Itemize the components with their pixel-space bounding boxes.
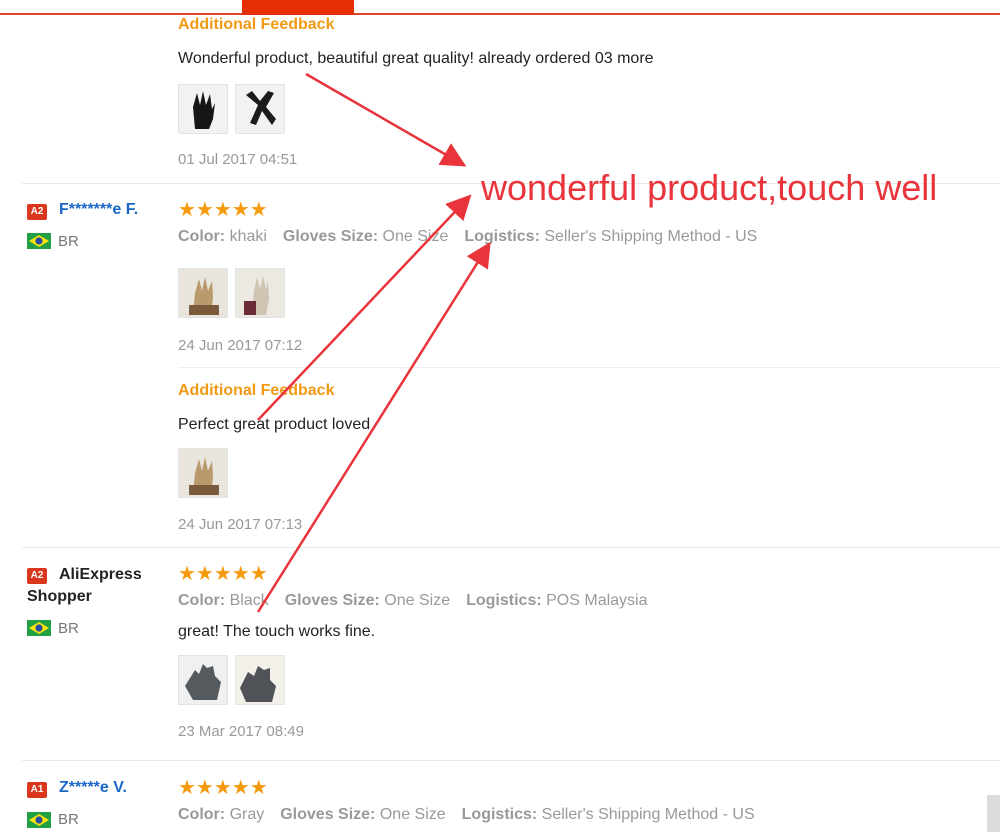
annotation-arrows	[256, 72, 491, 613]
star-rating: ★★★★★	[178, 777, 268, 799]
review-photo[interactable]	[235, 655, 285, 705]
additional-feedback-text: Perfect great product loved	[178, 416, 371, 433]
color-value: Black	[229, 592, 269, 609]
black-glove-photo	[236, 85, 284, 133]
size-label: Gloves Size:	[284, 592, 380, 609]
review-date: 23 Mar 2017 08:49	[178, 723, 304, 740]
review-photo[interactable]	[178, 448, 228, 498]
review-photo[interactable]	[235, 84, 285, 134]
buyer-level-badge: A2	[27, 568, 47, 584]
buyer-country: BR	[58, 620, 79, 637]
star-rating: ★★★★★	[178, 199, 268, 221]
review-attributes: Color: Black Gloves Size: One Size Logisti…	[178, 592, 648, 610]
size-label: Gloves Size:	[280, 806, 376, 823]
logistics-value: Seller's Shipping Method - US	[541, 806, 755, 823]
star-rating: ★★★★★	[178, 563, 268, 585]
logistics-label: Logistics:	[466, 592, 542, 609]
gray-glove-photo	[179, 656, 227, 704]
logistics-label: Logistics:	[461, 806, 538, 823]
size-value: One Size	[382, 228, 449, 245]
review-photo[interactable]	[178, 84, 228, 134]
logistics-value: Seller's Shipping Method - US	[544, 228, 758, 245]
additional-date: 24 Jun 2017 07:13	[178, 516, 303, 533]
scrollbar-thumb[interactable]	[987, 795, 1000, 832]
review-attributes: Color: Gray Gloves Size: One Size Logistic…	[178, 806, 755, 824]
black-glove-photo	[179, 85, 227, 133]
tab-bar-line	[0, 13, 1000, 15]
review-photo[interactable]	[178, 655, 228, 705]
buyer-country: BR	[58, 233, 79, 250]
brazil-flag-icon	[27, 812, 51, 828]
annotation-text: wonderful product,touch well	[481, 167, 938, 208]
khaki-glove-photo	[236, 269, 284, 317]
buyer-level-badge: A2	[27, 204, 47, 220]
buyer-country: BR	[58, 811, 79, 828]
buyer-level-badge: A1	[27, 782, 47, 798]
top-tab-bar	[0, 0, 1000, 16]
buyer-name[interactable]: Z*****e V.	[59, 779, 127, 797]
brazil-flag-icon	[27, 620, 51, 636]
arrow-1	[305, 72, 467, 167]
color-value: khaki	[229, 228, 267, 245]
active-tab[interactable]	[242, 0, 354, 15]
khaki-glove-photo	[179, 269, 227, 317]
feedback-divider	[178, 367, 1000, 368]
additional-feedback-label: Additional Feedback	[178, 16, 335, 33]
review-divider	[22, 547, 1000, 548]
color-label: Color:	[178, 228, 226, 245]
buyer-name-line2: Shopper	[27, 588, 92, 605]
logistics-value: POS Malaysia	[546, 592, 648, 609]
gray-glove-photo	[236, 656, 284, 704]
review-text: great! The touch works fine.	[178, 623, 376, 640]
color-label: Color:	[178, 806, 226, 823]
review-photo[interactable]	[235, 268, 285, 318]
size-value: One Size	[379, 806, 446, 823]
review-date: 01 Jul 2017 04:51	[178, 151, 298, 168]
review-attributes: Color: khaki Gloves Size: One Size Logisti…	[178, 228, 757, 246]
brazil-flag-icon	[27, 233, 51, 249]
logistics-label: Logistics:	[464, 228, 540, 245]
review-photo[interactable]	[178, 268, 228, 318]
khaki-glove-photo	[179, 449, 227, 497]
review-divider	[22, 760, 1000, 761]
additional-feedback-text: Wonderful product, beautiful great quali…	[178, 50, 654, 67]
review-date: 24 Jun 2017 07:12	[178, 337, 303, 354]
size-label: Gloves Size:	[282, 228, 379, 245]
size-value: One Size	[384, 592, 451, 609]
color-value: Gray	[229, 806, 265, 823]
buyer-name[interactable]: F*******e F.	[59, 201, 138, 219]
color-label: Color:	[178, 592, 226, 609]
additional-feedback-label: Additional Feedback	[178, 382, 335, 399]
buyer-name-line1: AliExpress	[59, 566, 142, 583]
